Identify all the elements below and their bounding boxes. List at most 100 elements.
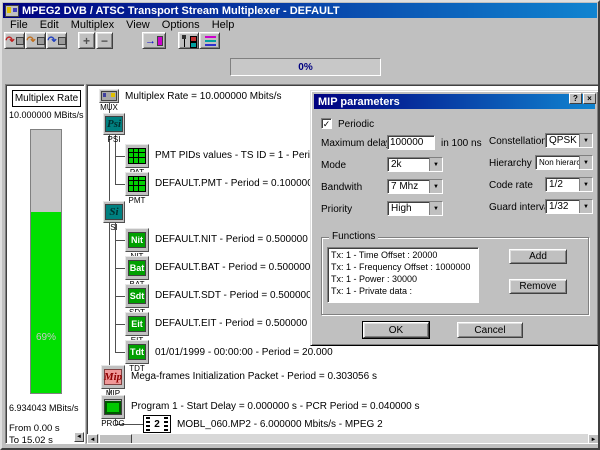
multiplex-settings-button[interactable] (199, 32, 220, 49)
tree-connector (115, 324, 125, 325)
checkmark-icon: ✓ (323, 119, 331, 129)
title-bar[interactable]: MPEG2 DVB / ATSC Transport Stream Multip… (3, 3, 597, 18)
tree-hscrollbar[interactable]: ◄ ► (87, 434, 599, 444)
guard-interval-select[interactable]: 1/32 ▼ (545, 199, 593, 214)
scroll-right-icon: ► (591, 437, 597, 443)
cancel-button[interactable]: Cancel (457, 322, 523, 338)
start-multiplex-button[interactable]: → (142, 32, 166, 49)
constellation-label: Constellation (489, 136, 547, 147)
psi-node-icon[interactable]: Psi (103, 113, 125, 135)
pmt-node-icon[interactable] (125, 172, 149, 196)
mode-select[interactable]: 2k ▼ (387, 157, 443, 172)
mp2-stream-icon[interactable]: 2 (143, 415, 171, 433)
bandwith-value: 7 Mhz (388, 181, 429, 192)
tv-icon (104, 399, 122, 415)
dialog-title-bar[interactable]: MIP parameters (314, 94, 595, 109)
bandwith-select[interactable]: 7 Mhz ▼ (387, 179, 443, 194)
constellation-select[interactable]: QPSK ▼ (545, 133, 593, 148)
remove-item-button[interactable]: − (96, 32, 113, 49)
hierarchy-select[interactable]: Non hierarchical ▼ (535, 155, 593, 170)
code-rate-label: Code rate (489, 180, 533, 191)
bat-node-text[interactable]: DEFAULT.BAT - Period = 0.500000 s (155, 262, 318, 273)
mux-node-icon[interactable] (99, 89, 119, 103)
tree-connector (109, 103, 110, 407)
mip-node-text[interactable]: Mega-frames Initialization Packet - Peri… (131, 371, 377, 382)
si-node-icon[interactable]: Si (103, 201, 125, 223)
table-icon (128, 176, 146, 192)
nit-node-text[interactable]: DEFAULT.NIT - Period = 0.500000 s (155, 234, 316, 245)
remove-function-button[interactable]: Remove (509, 279, 567, 294)
tree-connector (115, 223, 116, 352)
chevron-down-icon[interactable]: ▼ (429, 158, 442, 171)
chevron-down-icon[interactable]: ▼ (579, 134, 592, 147)
function-item[interactable]: Tx: 1 - Time Offset : 20000 (331, 249, 478, 261)
prog-node-icon[interactable] (101, 395, 125, 419)
maximum-delay-input[interactable] (387, 135, 435, 150)
code-rate-value: 1/2 (546, 179, 579, 190)
mp2-stream-text[interactable]: MOBL_060.MP2 - 6.000000 Mbits/s - MPEG 2 (177, 419, 383, 430)
function-item[interactable]: Tx: 1 - Frequency Offset : 1000000 (331, 261, 478, 273)
add-item-button[interactable]: + (78, 32, 95, 49)
menu-multiplex[interactable]: Multiplex (65, 19, 120, 32)
functions-listbox[interactable]: Tx: 1 - Time Offset : 20000 Tx: 1 - Freq… (327, 247, 479, 303)
rate-gauge: 69% (30, 129, 62, 394)
menu-view[interactable]: View (120, 19, 156, 32)
pat-node-icon[interactable] (125, 144, 149, 168)
tree-view-button[interactable] (178, 32, 199, 49)
mip-parameters-dialog: MIP parameters ? × ✓ Periodic Maximum de… (310, 90, 599, 346)
chevron-down-icon[interactable]: ▼ (429, 202, 442, 215)
sdt-node-icon[interactable]: Sdt (125, 284, 149, 308)
priority-value: High (388, 203, 429, 214)
eit-node-icon[interactable]: Eit (125, 312, 149, 336)
multiplex-rate-panel: Multiplex Rate 10.000000 MBits/s 69% 6.9… (5, 84, 85, 444)
sdt-node-text[interactable]: DEFAULT.SDT - Period = 0.500000 s (155, 290, 319, 301)
prog-node-text[interactable]: Program 1 - Start Delay = 0.000000 s - P… (131, 401, 420, 412)
app-icon (5, 5, 19, 17)
function-item[interactable]: Tx: 1 - Private data : (331, 285, 478, 297)
bandwith-label: Bandwith (321, 182, 362, 193)
close-icon: × (587, 94, 592, 103)
plus-icon: + (83, 34, 90, 48)
code-rate-select[interactable]: 1/2 ▼ (545, 177, 593, 192)
function-item[interactable]: Tx: 1 - Power : 30000 (331, 273, 478, 285)
tdt-node-text[interactable]: 01/01/1999 - 00:00:00 - Period = 20.000 (155, 347, 333, 358)
save-multiplex-button[interactable]: ↷ (46, 32, 67, 49)
bat-node-icon[interactable]: Bat (125, 256, 149, 280)
eit-node-text[interactable]: DEFAULT.EIT - Period = 0.500000 s (155, 318, 315, 329)
pmt-node-label: PMT (123, 197, 151, 205)
ok-button[interactable]: OK (363, 322, 429, 338)
mux-progress-bar: 0% (230, 58, 381, 76)
tdt-node-icon[interactable]: Tdt (125, 340, 149, 364)
menu-file[interactable]: File (4, 19, 34, 32)
dialog-title: MIP parameters (318, 96, 400, 108)
nit-node-icon[interactable]: Nit (125, 228, 149, 252)
hscroll-left-button[interactable]: ◄ (87, 434, 98, 444)
tree-connector (115, 296, 125, 297)
chevron-down-icon[interactable]: ▼ (579, 200, 592, 213)
start-arrow-icon: → (145, 36, 156, 46)
periodic-checkbox[interactable]: ✓ (321, 118, 332, 129)
tree-connector (115, 184, 125, 185)
dialog-close-button[interactable]: × (583, 93, 596, 104)
chevron-down-icon[interactable]: ▼ (579, 156, 592, 169)
new-multiplex-button[interactable]: ↷ (4, 32, 25, 49)
rate-panel-scroll-left[interactable]: ◄ (74, 432, 84, 442)
menu-help[interactable]: Help (206, 19, 241, 32)
save-multiplex-icon: ↷ (47, 36, 56, 46)
hscroll-thumb[interactable] (99, 434, 132, 444)
mux-node-text[interactable]: Multiplex Rate = 10.000000 Mbits/s (125, 91, 281, 102)
add-function-button[interactable]: Add (509, 249, 567, 264)
dialog-help-button[interactable]: ? (569, 93, 582, 104)
menu-options[interactable]: Options (156, 19, 206, 32)
scroll-left-icon: ◄ (76, 434, 82, 440)
open-multiplex-button[interactable]: ↷ (25, 32, 46, 49)
chevron-down-icon[interactable]: ▼ (429, 180, 442, 193)
chevron-down-icon[interactable]: ▼ (579, 178, 592, 191)
pat-node-text[interactable]: PMT PIDs values - TS ID = 1 - Period = (155, 150, 330, 161)
help-icon: ? (573, 94, 578, 103)
priority-select[interactable]: High ▼ (387, 201, 443, 216)
pmt-node-text[interactable]: DEFAULT.PMT - Period = 0.100000 s (155, 178, 321, 189)
hscroll-right-button[interactable]: ► (588, 434, 599, 444)
mip-node-icon[interactable]: Mip (101, 365, 125, 389)
menu-edit[interactable]: Edit (34, 19, 65, 32)
